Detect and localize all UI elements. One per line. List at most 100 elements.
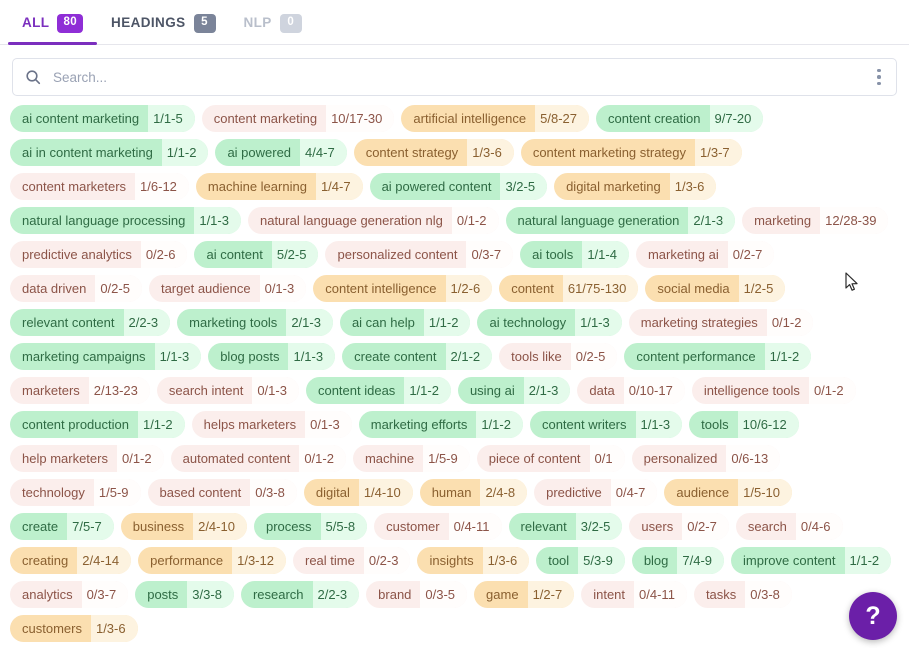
tab-nlp[interactable]: NLP 0 [230,0,316,44]
keyword-tag[interactable]: ai powered 4/4-7 [215,139,347,166]
keyword-tag[interactable]: game 1/2-7 [474,581,575,608]
keyword-tag[interactable]: insights 1/3-6 [417,547,530,574]
keyword-tag[interactable]: marketing 12/28-39 [742,207,889,234]
keyword-tag[interactable]: data driven 0/2-5 [10,275,142,302]
keyword-tag[interactable]: ai in content marketing 1/1-2 [10,139,209,166]
keyword-tag[interactable]: personalized content 0/3-7 [325,241,514,268]
kebab-menu-icon[interactable] [862,59,896,95]
keyword-tag[interactable]: data 0/10-17 [577,377,685,404]
keyword-tag[interactable]: brand 0/3-5 [366,581,468,608]
keyword-tag[interactable]: technology 1/5-9 [10,479,141,506]
keyword-tag[interactable]: personalized 0/6-13 [631,445,781,472]
keyword-tag-count: 0/3-8 [250,479,297,506]
keyword-tag[interactable]: machine learning 1/4-7 [195,173,363,200]
keyword-tag[interactable]: marketing efforts 1/1-2 [358,411,523,438]
keyword-tag[interactable]: tools like 0/2-5 [499,343,618,370]
keyword-tag-label: ai in content marketing [22,145,153,160]
keyword-tag[interactable]: performance 1/3-12 [138,547,286,574]
search-bar[interactable] [12,58,897,96]
keyword-tag-label: customers [22,621,82,636]
keyword-tag-count: 2/2-3 [312,581,360,608]
tab-headings[interactable]: HEADINGS 5 [97,0,229,44]
keyword-tag[interactable]: marketing strategies 0/1-2 [628,309,814,336]
keyword-tag[interactable]: artificial intelligence 5/8-27 [401,105,589,132]
keyword-tag[interactable]: ai tools 1/1-4 [520,241,629,268]
keyword-tag[interactable]: content marketing 10/17-30 [201,105,395,132]
keyword-tag[interactable]: content marketing strategy 1/3-7 [520,139,742,166]
keyword-tag[interactable]: intent 0/4-11 [581,581,687,608]
keyword-tag[interactable]: search 0/4-6 [735,513,843,540]
keyword-tag[interactable]: research 2/2-3 [240,581,360,608]
keyword-tag[interactable]: audience 1/5-10 [664,479,793,506]
keyword-tag[interactable]: business 2/4-10 [120,513,247,540]
keyword-tag-label: digital marketing [566,179,661,194]
keyword-tag[interactable]: content ideas 1/1-2 [305,377,451,404]
keyword-tag[interactable]: blog posts 1/1-3 [208,343,336,370]
keyword-tag[interactable]: ai content 5/2-5 [194,241,319,268]
keyword-tag[interactable]: social media 1/2-5 [645,275,786,302]
keyword-tag[interactable]: helps marketers 0/1-3 [191,411,352,438]
keyword-tag-label: business [132,519,185,534]
help-button[interactable]: ? [849,592,897,640]
keyword-tag[interactable]: ai powered content 3/2-5 [369,173,548,200]
keyword-tag[interactable]: content marketers 1/6-12 [10,173,189,200]
keyword-tag[interactable]: intelligence tools 0/1-2 [691,377,856,404]
keyword-tag[interactable]: customers 1/3-6 [10,615,138,642]
keyword-tag[interactable]: content 61/75-130 [499,275,639,302]
keyword-tag[interactable]: content production 1/1-2 [10,411,185,438]
keyword-tag[interactable]: automated content 0/1-2 [170,445,346,472]
search-input[interactable] [51,59,862,95]
keyword-tag[interactable]: predictive 0/4-7 [534,479,658,506]
keyword-tag[interactable]: content intelligence 1/2-6 [313,275,493,302]
keyword-tag[interactable]: target audience 0/1-3 [148,275,307,302]
keyword-tag[interactable]: create 7/5-7 [10,513,114,540]
keyword-tag[interactable]: tasks 0/3-8 [693,581,792,608]
keyword-tag[interactable]: digital 1/4-10 [303,479,413,506]
keyword-tag[interactable]: tool 5/3-9 [536,547,625,574]
keyword-tag-count: 1/2-6 [445,275,493,302]
keyword-tag[interactable]: human 2/4-8 [419,479,528,506]
keyword-tag[interactable]: natural language generation 2/1-3 [505,207,736,234]
keyword-tag-count: 3/2-5 [500,173,548,200]
keyword-tag[interactable]: tools 10/6-12 [689,411,799,438]
keyword-tag[interactable]: content writers 1/1-3 [529,411,683,438]
keyword-tag[interactable]: process 5/5-8 [253,513,368,540]
keyword-tag[interactable]: marketing ai 0/2-7 [635,241,775,268]
keyword-tag[interactable]: machine 1/5-9 [352,445,470,472]
keyword-tag[interactable]: relevant 3/2-5 [508,513,623,540]
keyword-tag[interactable]: natural language generation nlg 0/1-2 [247,207,499,234]
keyword-tag[interactable]: ai content marketing 1/1-5 [10,105,195,132]
keyword-tag[interactable]: digital marketing 1/3-6 [554,173,717,200]
keyword-tag-label: target audience [160,281,251,296]
keyword-tag[interactable]: piece of content 0/1 [476,445,625,472]
keyword-tag[interactable]: using ai 2/1-3 [457,377,571,404]
keyword-tag[interactable]: ai technology 1/1-3 [477,309,622,336]
keyword-tag[interactable]: analytics 0/3-7 [10,581,129,608]
keyword-tag[interactable]: content creation 9/7-20 [596,105,764,132]
keyword-tag[interactable]: predictive analytics 0/2-6 [10,241,188,268]
keyword-tag[interactable]: users 0/2-7 [629,513,729,540]
keyword-tag[interactable]: marketers 2/13-23 [10,377,150,404]
keyword-tag[interactable]: marketing tools 2/1-3 [177,309,333,336]
search-icon [25,69,41,85]
keyword-tag[interactable]: content strategy 1/3-6 [353,139,514,166]
keyword-tag-count: 1/3-12 [232,547,286,574]
keyword-tag[interactable]: ai can help 1/1-2 [339,309,471,336]
keyword-tag[interactable]: marketing campaigns 1/1-3 [10,343,202,370]
keyword-tag[interactable]: relevant content 2/2-3 [10,309,171,336]
keyword-tag[interactable]: creating 2/4-14 [10,547,132,574]
keyword-tag[interactable]: customer 0/4-11 [374,513,502,540]
keyword-tag[interactable]: improve content 1/1-2 [731,547,892,574]
keyword-tag[interactable]: content performance 1/1-2 [624,343,812,370]
keyword-tag-label: audience [676,485,730,500]
keyword-tag[interactable]: posts 3/3-8 [135,581,234,608]
keyword-tag-label: ai technology [489,315,567,330]
keyword-tag[interactable]: blog 7/4-9 [631,547,725,574]
keyword-tag[interactable]: real time 0/2-3 [292,547,411,574]
keyword-tag[interactable]: help marketers 0/1-2 [10,445,164,472]
keyword-tag[interactable]: create content 2/1-2 [342,343,493,370]
keyword-tag[interactable]: search intent 0/1-3 [156,377,299,404]
keyword-tag[interactable]: natural language processing 1/1-3 [10,207,241,234]
tab-all[interactable]: ALL 80 [8,0,98,45]
keyword-tag[interactable]: based content 0/3-8 [147,479,297,506]
